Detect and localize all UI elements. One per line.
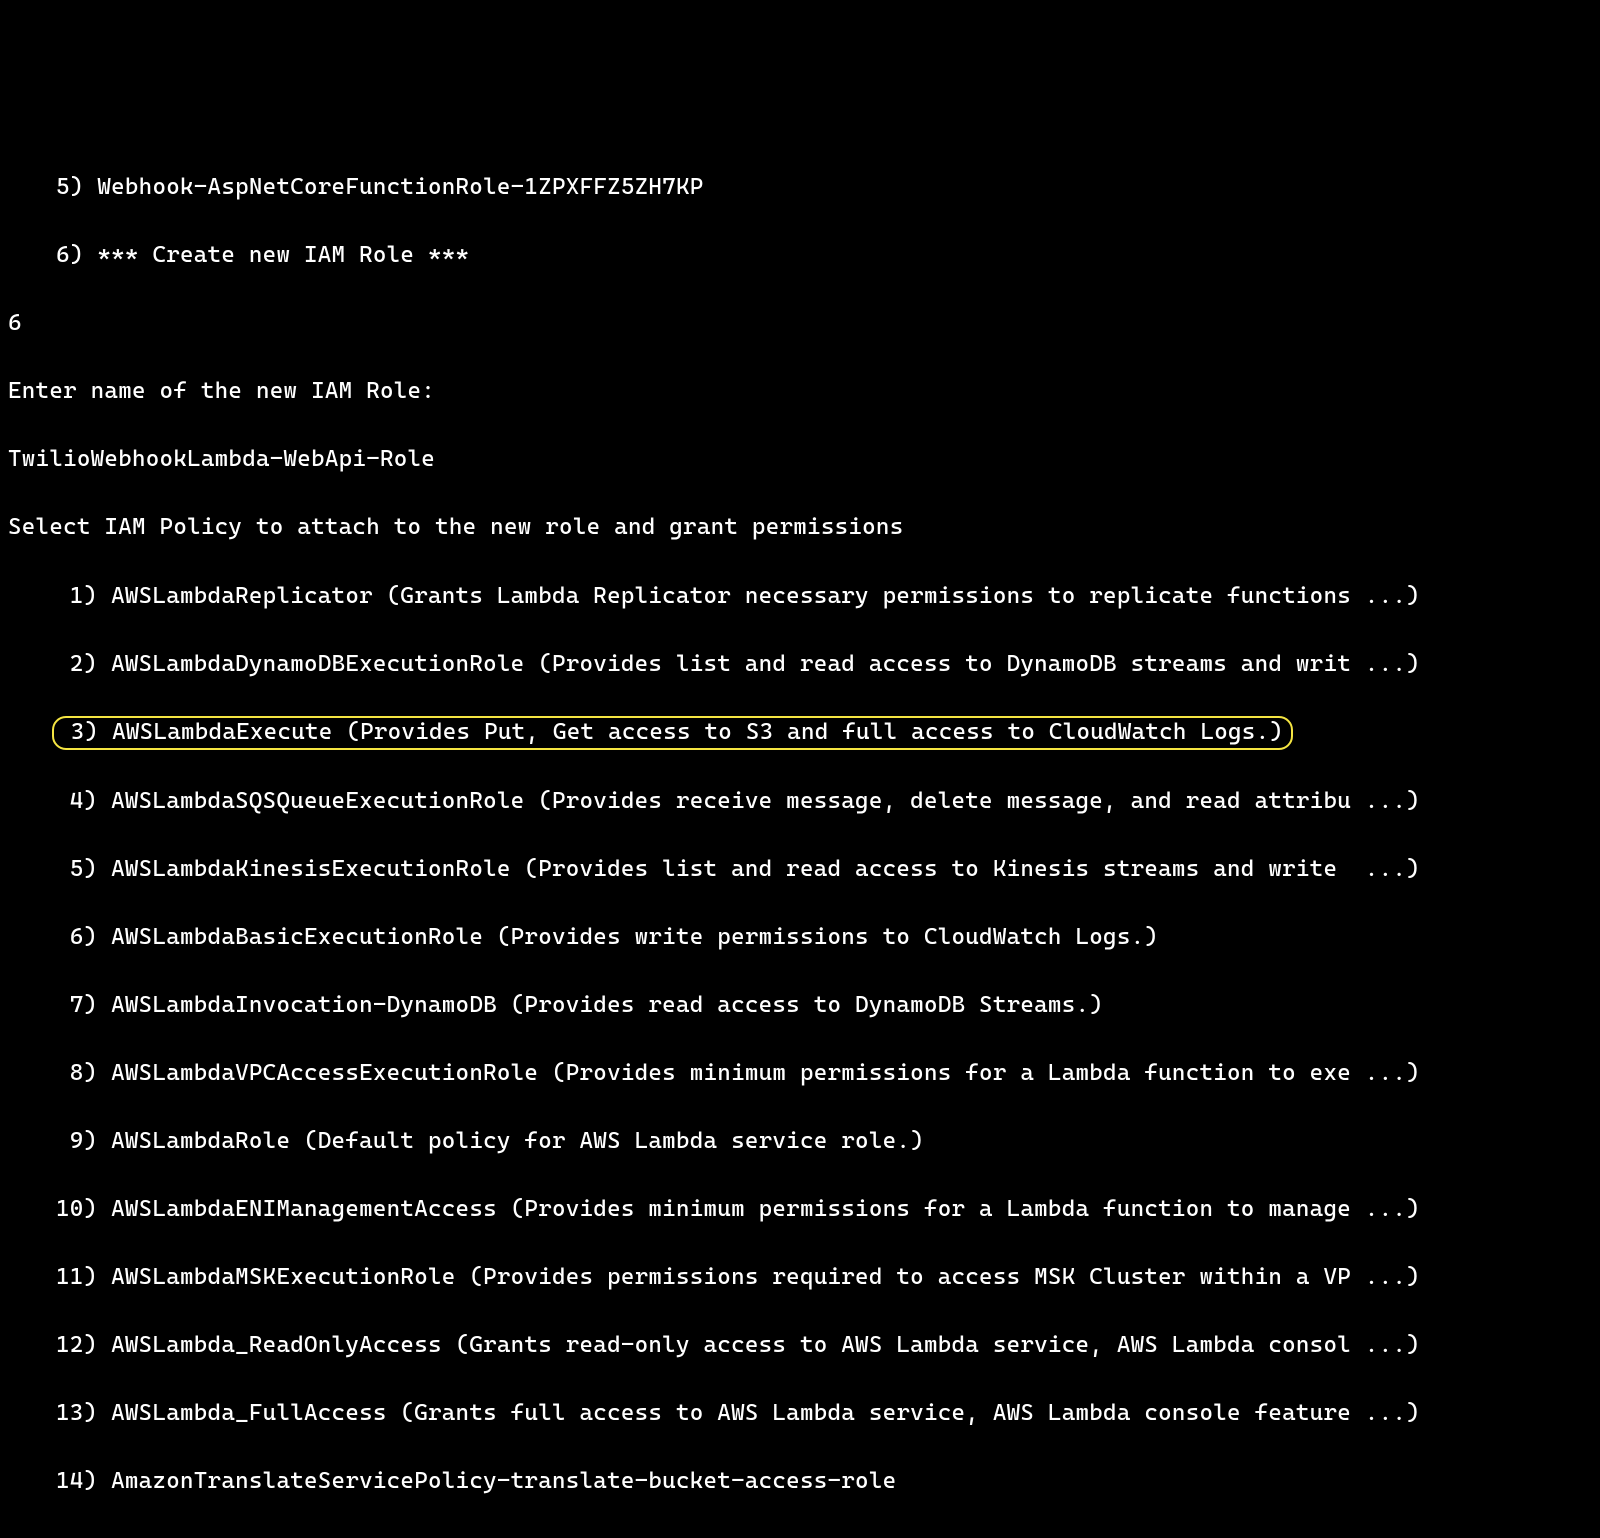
policy-option-3-highlighted: 3) AWSLambdaExecute (Provides Put, Get a… <box>52 716 1293 750</box>
policy-option-1: 1) AWSLambdaReplicator (Grants Lambda Re… <box>8 579 1592 613</box>
policy-option-11: 11) AWSLambdaMSKExecutionRole (Provides … <box>8 1260 1592 1294</box>
policy-option-14: 14) AmazonTranslateServicePolicy-transla… <box>8 1464 1592 1498</box>
policy-option-12: 12) AWSLambda_ReadOnlyAccess (Grants rea… <box>8 1328 1592 1362</box>
prior-option-5: 5) Webhook-AspNetCoreFunctionRole-1ZPXFF… <box>8 170 1592 204</box>
policy-option-8: 8) AWSLambdaVPCAccessExecutionRole (Prov… <box>8 1056 1592 1090</box>
prior-option-6: 6) *** Create new IAM Role *** <box>8 238 1592 272</box>
policy-option-10: 10) AWSLambdaENIManagementAccess (Provid… <box>8 1192 1592 1226</box>
policy-option-13: 13) AWSLambda_FullAccess (Grants full ac… <box>8 1396 1592 1430</box>
role-name-input: TwilioWebhookLambda-WebApi-Role <box>8 442 1592 476</box>
user-input-selection: 6 <box>8 306 1592 340</box>
policy-option-4: 4) AWSLambdaSQSQueueExecutionRole (Provi… <box>8 784 1592 818</box>
prompt-policy: Select IAM Policy to attach to the new r… <box>8 510 1592 544</box>
policy-option-15: 15) *** No policy, add permissions later… <box>8 1532 1592 1538</box>
policy-option-6: 6) AWSLambdaBasicExecutionRole (Provides… <box>8 920 1592 954</box>
terminal-output[interactable]: 5) Webhook-AspNetCoreFunctionRole-1ZPXFF… <box>0 136 1600 1538</box>
policy-option-5: 5) AWSLambdaKinesisExecutionRole (Provid… <box>8 852 1592 886</box>
prompt-role-name: Enter name of the new IAM Role: <box>8 374 1592 408</box>
policy-option-7: 7) AWSLambdaInvocation-DynamoDB (Provide… <box>8 988 1592 1022</box>
policy-option-2: 2) AWSLambdaDynamoDBExecutionRole (Provi… <box>8 647 1592 681</box>
policy-option-9: 9) AWSLambdaRole (Default policy for AWS… <box>8 1124 1592 1158</box>
